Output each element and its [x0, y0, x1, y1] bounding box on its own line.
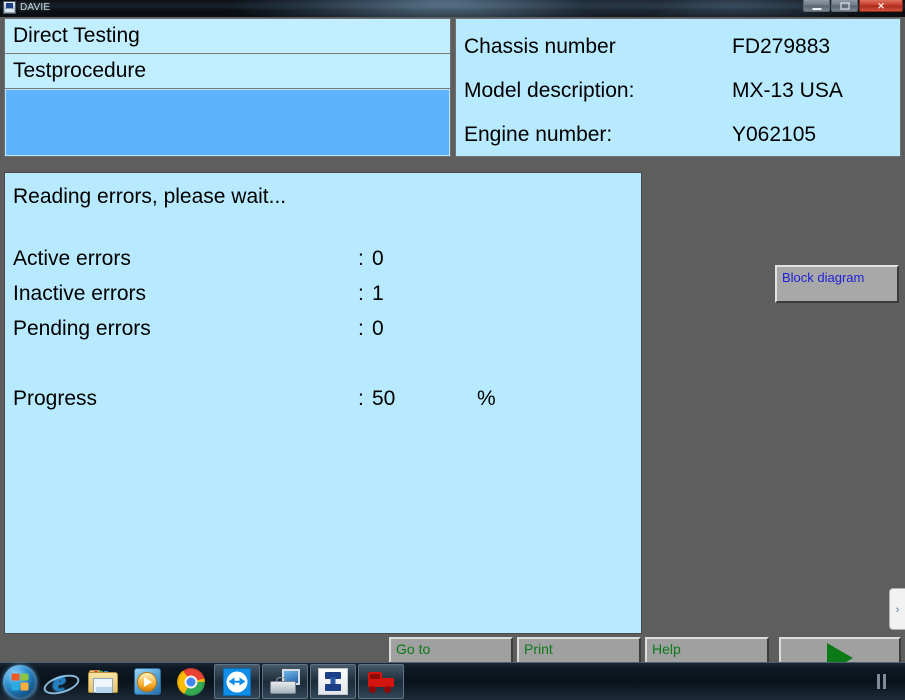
- nav-row-direct-testing-label: Direct Testing: [13, 24, 140, 47]
- progress-unit: %: [477, 387, 496, 410]
- interface-tool-icon: [318, 668, 348, 695]
- window-title: DAVIE: [20, 2, 51, 13]
- windows-flag-icon: [11, 673, 29, 690]
- window-app-icon: [3, 1, 16, 14]
- maximize-button[interactable]: [831, 0, 858, 12]
- nav-row-selected[interactable]: [6, 90, 449, 155]
- close-button[interactable]: ✕: [859, 0, 903, 12]
- windows-taskbar: [0, 662, 905, 700]
- google-chrome-icon: [177, 667, 205, 696]
- pending-errors-row: Pending errors : 0: [13, 317, 641, 352]
- active-errors-value: 0: [372, 247, 384, 270]
- media-player-icon: [133, 668, 161, 695]
- taskbar-item-diagnostic-kit[interactable]: [262, 664, 308, 699]
- row-spacer: [13, 352, 641, 387]
- taskbar-item-file-explorer[interactable]: [81, 665, 125, 698]
- vehicle-info-panel: Chassis number FD279883 Model descriptio…: [455, 18, 901, 157]
- vehicle-info-row: Engine number: Y062105: [464, 113, 900, 157]
- close-icon: ✕: [877, 0, 885, 11]
- taskbar-item-interface-tool[interactable]: [310, 664, 356, 699]
- nav-row-testprocedure-label: Testprocedure: [13, 59, 147, 82]
- panel-expand-tab[interactable]: ›: [889, 588, 905, 630]
- pending-errors-colon: :: [358, 317, 364, 340]
- vehicle-info-row: Chassis number FD279883: [464, 25, 900, 69]
- engine-number-value: Y062105: [732, 123, 817, 146]
- error-reading-panel: Reading errors, please wait... Active er…: [4, 172, 642, 634]
- model-description-value: MX-13 USA: [732, 79, 843, 102]
- file-explorer-icon: [88, 669, 118, 694]
- chassis-number-value: FD279883: [732, 35, 831, 58]
- taskbar-item-teamviewer[interactable]: [214, 664, 260, 699]
- screen-root: DAVIE ✕ Direct Testing Testprocedure Cha…: [0, 0, 905, 700]
- model-description-label: Model description:: [464, 79, 635, 102]
- taskbar-item-internet-explorer[interactable]: [37, 665, 81, 698]
- nav-row-direct-testing[interactable]: Direct Testing: [5, 19, 450, 54]
- diagnostic-kit-icon: [270, 669, 300, 694]
- pending-errors-label: Pending errors: [13, 317, 151, 340]
- progress-row: Progress : 50 %: [13, 387, 641, 422]
- window-controls: ✕: [803, 0, 903, 12]
- active-errors-label: Active errors: [13, 247, 131, 270]
- block-diagram-button[interactable]: Block diagram: [775, 265, 899, 303]
- nav-row-testprocedure[interactable]: Testprocedure: [5, 54, 450, 89]
- minimize-button[interactable]: [803, 0, 830, 12]
- teamviewer-icon: [223, 667, 251, 696]
- progress-value: 50: [372, 387, 396, 410]
- inactive-errors-label: Inactive errors: [13, 282, 147, 305]
- inactive-errors-colon: :: [358, 282, 364, 305]
- vehicle-info-row: Model description: MX-13 USA: [464, 69, 900, 113]
- inactive-errors-row: Inactive errors : 1: [13, 282, 641, 317]
- active-errors-colon: :: [358, 247, 364, 270]
- navigation-path-panel: Direct Testing Testprocedure: [4, 18, 451, 157]
- taskbar-tray: [869, 665, 905, 698]
- progress-label: Progress: [13, 387, 98, 410]
- status-message: Reading errors, please wait...: [13, 185, 287, 208]
- taskbar-item-davie[interactable]: [358, 664, 404, 699]
- start-orb-icon[interactable]: [3, 664, 37, 699]
- progress-colon: :: [358, 387, 364, 410]
- davie-application: Direct Testing Testprocedure Chassis num…: [0, 17, 905, 678]
- pending-errors-value: 0: [372, 317, 384, 340]
- taskbar-item-chrome[interactable]: [169, 665, 213, 698]
- taskbar-item-media-player[interactable]: [125, 665, 169, 698]
- inactive-errors-value: 1: [372, 282, 384, 305]
- window-titlebar: DAVIE ✕: [0, 0, 905, 17]
- chassis-number-label: Chassis number: [464, 35, 616, 58]
- application-header: Direct Testing Testprocedure Chassis num…: [0, 17, 905, 158]
- engine-number-label: Engine number:: [464, 123, 613, 146]
- internet-explorer-icon: [45, 667, 74, 696]
- active-errors-row: Active errors : 0: [13, 247, 641, 282]
- daf-truck-icon: [367, 671, 395, 693]
